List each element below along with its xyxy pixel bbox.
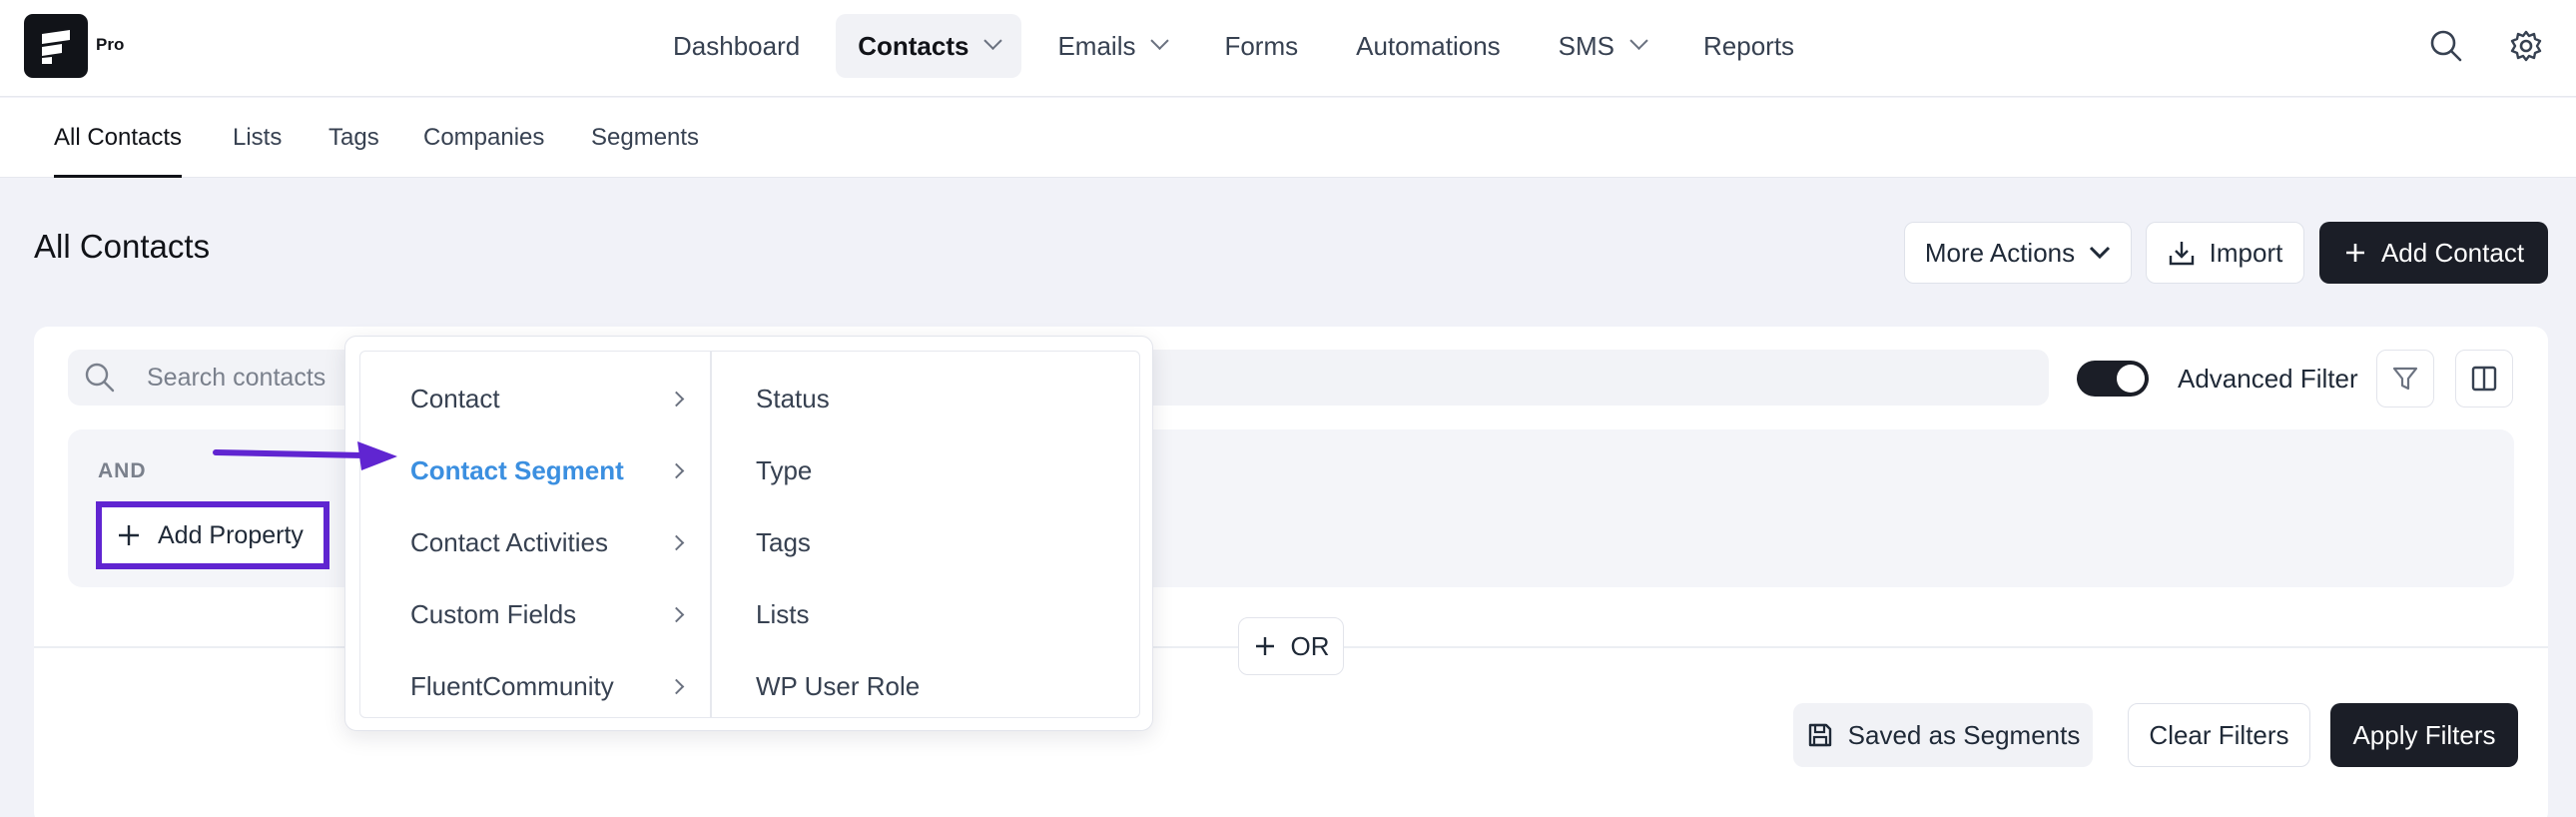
- dropdown-option-wp-user-role[interactable]: WP User Role: [756, 664, 920, 708]
- nav-label: Automations: [1356, 30, 1501, 61]
- nav-reports[interactable]: Reports: [1681, 14, 1816, 78]
- plus-icon: [1255, 637, 1274, 655]
- nav-label: Emails: [1057, 30, 1136, 61]
- nav-emails[interactable]: Emails: [1035, 14, 1188, 78]
- tab-lists[interactable]: Lists: [233, 98, 282, 178]
- apply-filters-button[interactable]: Apply Filters: [2330, 703, 2518, 767]
- nav-dashboard[interactable]: Dashboard: [651, 14, 822, 78]
- add-or-group-button[interactable]: OR: [1238, 617, 1344, 675]
- nav-label: Contacts: [858, 30, 969, 61]
- group-label: Contact: [410, 383, 500, 413]
- add-property-button[interactable]: Add Property: [96, 501, 329, 569]
- nav-label: Dashboard: [673, 30, 801, 61]
- main-nav: Dashboard Contacts Emails Forms Automati…: [651, 14, 1830, 78]
- nav-label: SMS: [1558, 30, 1615, 61]
- download-icon: [2169, 242, 2194, 266]
- chevron-down-icon: [1150, 31, 1170, 50]
- plus-icon: [119, 525, 139, 545]
- nav-sms[interactable]: SMS: [1537, 14, 1667, 78]
- search-icon: [85, 363, 115, 393]
- nav-automations[interactable]: Automations: [1334, 14, 1523, 78]
- and-label: AND: [98, 459, 147, 482]
- floppy-disk-icon: [1808, 723, 1831, 747]
- property-dropdown-panel: Contact Contact Segment Contact Activiti…: [359, 351, 1140, 718]
- chevron-right-icon: [668, 678, 685, 694]
- tab-companies[interactable]: Companies: [423, 98, 544, 178]
- add-property-label: Add Property: [158, 520, 304, 549]
- more-actions-label: More Actions: [1924, 237, 2076, 268]
- dropdown-option-status[interactable]: Status: [756, 377, 830, 420]
- group-label: Contact Activities: [410, 526, 608, 557]
- dropdown-option-tags[interactable]: Tags: [756, 520, 811, 564]
- advanced-filter-label: Advanced Filter: [2178, 364, 2358, 394]
- sub-navigation: All Contacts Lists Tags Companies Segmen…: [0, 98, 2576, 178]
- saved-segments-label: Saved as Segments: [1847, 719, 2081, 750]
- tab-segments[interactable]: Segments: [591, 98, 699, 178]
- property-dropdown: Contact Contact Segment Contact Activiti…: [344, 336, 1153, 731]
- group-label: Custom Fields: [410, 598, 577, 629]
- add-contact-button[interactable]: Add Contact: [2319, 222, 2548, 284]
- group-label: FluentCommunity: [410, 670, 614, 701]
- nav-forms[interactable]: Forms: [1202, 14, 1320, 78]
- dropdown-group-contact-segment[interactable]: Contact Segment: [410, 448, 690, 492]
- page-title: All Contacts: [34, 228, 211, 265]
- fluentcrm-logo[interactable]: [24, 14, 88, 78]
- dropdown-separator: [710, 352, 712, 717]
- import-label: Import: [2209, 237, 2283, 268]
- clear-filters-button[interactable]: Clear Filters: [2128, 703, 2310, 767]
- chevron-down-icon: [983, 31, 1003, 50]
- group-label: Contact Segment: [410, 454, 624, 485]
- toggle-knob: [2117, 365, 2145, 393]
- nav-label: Forms: [1224, 30, 1299, 61]
- search-icon[interactable]: [2428, 28, 2464, 64]
- chevron-right-icon: [668, 462, 685, 478]
- dropdown-group-contact-activities[interactable]: Contact Activities: [410, 520, 690, 564]
- dropdown-option-lists[interactable]: Lists: [756, 592, 809, 636]
- chevron-right-icon: [668, 391, 685, 407]
- tab-tags[interactable]: Tags: [328, 98, 379, 178]
- logo-mark-icon: [42, 30, 70, 64]
- dropdown-option-type[interactable]: Type: [756, 448, 812, 492]
- dropdown-group-custom-fields[interactable]: Custom Fields: [410, 592, 690, 636]
- nav-contacts[interactable]: Contacts: [836, 14, 1022, 78]
- columns-button[interactable]: [2455, 350, 2513, 408]
- gear-icon[interactable]: [2508, 28, 2544, 64]
- filter-button[interactable]: [2376, 350, 2434, 408]
- add-contact-label: Add Contact: [2380, 237, 2525, 268]
- import-button[interactable]: Import: [2146, 222, 2304, 284]
- pro-badge: Pro: [96, 35, 125, 54]
- chevron-right-icon: [668, 534, 685, 550]
- annotation-arrow-icon: [213, 441, 397, 470]
- funnel-icon: [2392, 367, 2418, 391]
- top-navigation-bar: Pro Dashboard Contacts Emails Forms Auto…: [0, 0, 2576, 97]
- or-label: OR: [1290, 630, 1330, 661]
- plus-icon: [2345, 244, 2364, 262]
- columns-icon: [2471, 366, 2497, 392]
- nav-label: Reports: [1703, 30, 1795, 61]
- save-as-segment-button[interactable]: Saved as Segments: [1793, 703, 2093, 767]
- advanced-filter-toggle[interactable]: [2077, 361, 2149, 397]
- chevron-down-icon: [1629, 31, 1648, 50]
- search-placeholder: Search contacts: [147, 364, 326, 392]
- more-actions-button[interactable]: More Actions: [1904, 222, 2132, 284]
- chevron-right-icon: [668, 606, 685, 622]
- dropdown-group-fluentcommunity[interactable]: FluentCommunity: [410, 664, 690, 708]
- chevron-down-icon: [2090, 246, 2111, 260]
- dropdown-group-contact[interactable]: Contact: [410, 377, 690, 420]
- tab-all-contacts[interactable]: All Contacts: [54, 98, 183, 178]
